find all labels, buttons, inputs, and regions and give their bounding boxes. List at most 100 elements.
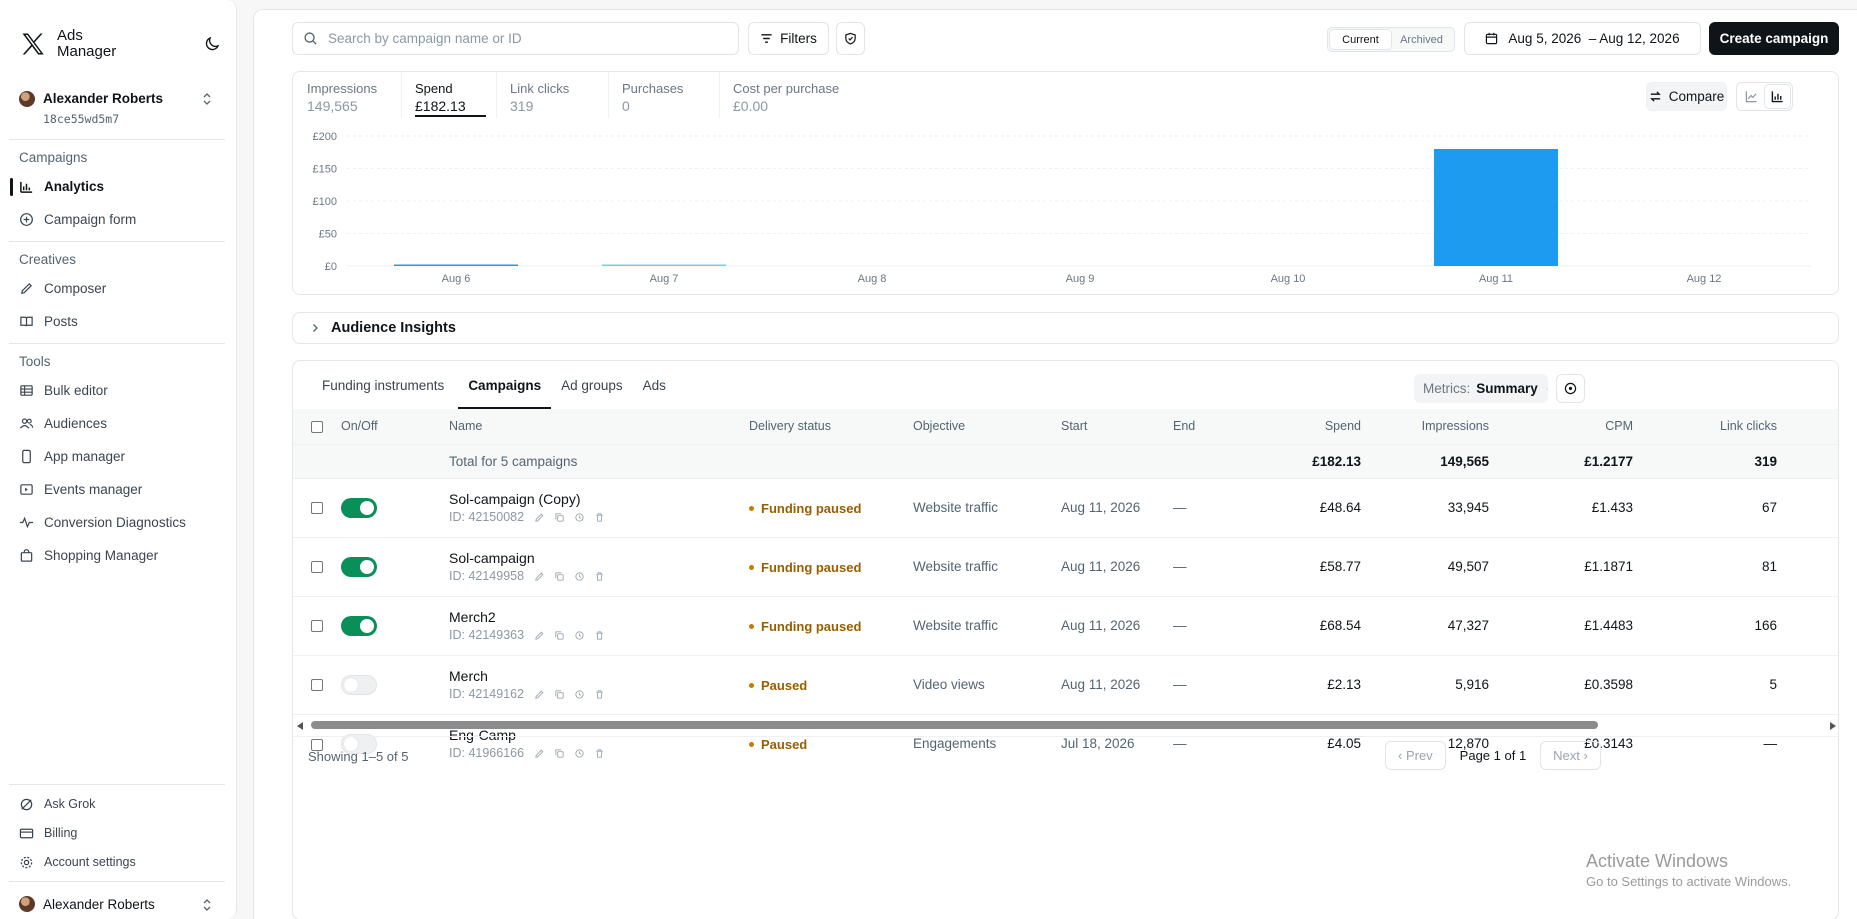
trash-icon[interactable] <box>594 512 605 523</box>
history-icon[interactable] <box>574 630 585 641</box>
col-header-start[interactable]: Start <box>1061 409 1173 444</box>
col-header-name[interactable]: Name <box>449 409 749 444</box>
sidebar-item-account-settings[interactable]: Account settings <box>10 849 226 875</box>
history-icon[interactable] <box>574 512 585 523</box>
audience-insights-toggle[interactable]: Audience Insights <box>292 312 1839 344</box>
sidebar-item-conversion-diagnostics[interactable]: Conversion Diagnostics <box>10 507 226 537</box>
campaign-on-off-toggle[interactable] <box>341 615 377 636</box>
sidebar-item-ask-grok[interactable]: Ask Grok <box>10 791 226 817</box>
col-header-onoff[interactable]: On/Off <box>341 409 449 444</box>
bottom-account-switcher[interactable]: Alexander Roberts <box>19 896 219 912</box>
compare-button[interactable]: Compare <box>1646 82 1727 111</box>
duplicate-icon[interactable] <box>554 571 565 582</box>
table-row[interactable]: Merch2 ID: 42149363 Funding paused Websi… <box>293 595 1838 655</box>
chart-bar[interactable] <box>1434 149 1558 266</box>
moon-icon[interactable] <box>203 35 221 53</box>
sidebar-item-billing[interactable]: Billing <box>10 820 226 846</box>
history-icon[interactable] <box>574 748 585 759</box>
bar-chart-toggle[interactable] <box>1764 85 1790 108</box>
spend: £68.54 <box>1266 595 1361 655</box>
sidebar-item-label: Billing <box>44 826 78 840</box>
table-header-row: On/Off Name Delivery status Objective St… <box>293 409 1838 444</box>
tab-funding-instruments[interactable]: Funding instruments <box>312 361 454 409</box>
trash-icon[interactable] <box>594 571 605 582</box>
sidebar-item-campaign-form[interactable]: Campaign form <box>10 204 226 234</box>
tab-campaigns[interactable]: Campaigns <box>458 361 551 409</box>
campaign-name[interactable]: Merch <box>449 668 749 684</box>
duplicate-icon[interactable] <box>554 689 565 700</box>
line-chart-toggle[interactable] <box>1739 85 1765 108</box>
tab-ad-groups[interactable]: Ad groups <box>551 361 633 409</box>
prev-page-button[interactable]: ‹ Prev <box>1385 741 1446 770</box>
table-row[interactable]: Merch ID: 42149162 Paused Video views Au… <box>293 654 1838 714</box>
trash-icon[interactable] <box>594 748 605 759</box>
sidebar-item-posts[interactable]: Posts <box>10 306 226 336</box>
col-header-cpm[interactable]: CPM <box>1489 409 1633 444</box>
scroll-left-arrow-icon[interactable] <box>297 722 303 730</box>
sidebar-item-bulk-editor[interactable]: Bulk editor <box>10 375 226 405</box>
col-header-end[interactable]: End <box>1173 409 1266 444</box>
duplicate-icon[interactable] <box>554 630 565 641</box>
edit-icon[interactable] <box>534 689 545 700</box>
table-row[interactable]: Sol-campaign (Copy) ID: 42150082 Funding… <box>293 477 1838 537</box>
campaign-on-off-toggle[interactable] <box>341 497 377 518</box>
sidebar-item-audiences[interactable]: Audiences <box>10 408 226 438</box>
sidebar-item-app-manager[interactable]: App manager <box>10 441 226 471</box>
date-range-picker[interactable]: Aug 5, 2026 – Aug 12, 2026 <box>1464 22 1701 55</box>
row-checkbox[interactable] <box>311 620 323 633</box>
search-box[interactable] <box>292 22 739 55</box>
metrics-select[interactable]: Metrics: Summary <box>1414 374 1548 403</box>
trash-icon[interactable] <box>594 689 605 700</box>
tab-ads[interactable]: Ads <box>633 361 676 409</box>
campaign-name[interactable]: Merch2 <box>449 609 749 625</box>
scrollbar-thumb[interactable] <box>311 721 1598 729</box>
edit-icon[interactable] <box>534 748 545 759</box>
sidebar-item-shopping-manager[interactable]: Shopping Manager <box>10 540 226 570</box>
sidebar-item-events-manager[interactable]: Events manager <box>10 474 226 504</box>
sidebar-item-analytics[interactable]: Analytics <box>10 171 226 201</box>
row-checkbox[interactable] <box>311 561 323 574</box>
col-header-delivery[interactable]: Delivery status <box>749 409 913 444</box>
edit-icon[interactable] <box>534 571 545 582</box>
col-header-objective[interactable]: Objective <box>913 409 1061 444</box>
sidebar-item-label: Analytics <box>44 178 105 194</box>
campaign-on-off-toggle[interactable] <box>341 556 377 577</box>
filters-button[interactable]: Filters <box>748 22 829 55</box>
col-header-impressions[interactable]: Impressions <box>1361 409 1489 444</box>
campaign-on-off-toggle[interactable] <box>341 674 377 695</box>
table-row[interactable]: Sol-campaign ID: 42149958 Funding paused… <box>293 536 1838 596</box>
trash-icon[interactable] <box>594 630 605 641</box>
metric-spend[interactable]: Spend £182.13 <box>401 72 496 118</box>
chart-bar[interactable] <box>602 264 726 267</box>
edit-icon[interactable] <box>534 630 545 641</box>
metric-cost-per-purchase[interactable]: Cost per purchase £0.00 <box>719 72 859 118</box>
create-campaign-button[interactable]: Create campaign <box>1709 22 1839 55</box>
segment-current[interactable]: Current <box>1330 30 1391 49</box>
col-header-spend[interactable]: Spend <box>1266 409 1361 444</box>
sidebar-item-label: Bulk editor <box>44 382 108 398</box>
metric-link-clicks[interactable]: Link clicks 319 <box>496 72 608 118</box>
duplicate-icon[interactable] <box>554 512 565 523</box>
next-page-button[interactable]: Next › <box>1540 741 1601 770</box>
col-header-link-clicks[interactable]: Link clicks <box>1633 409 1777 444</box>
search-input[interactable] <box>328 31 728 46</box>
shield-button[interactable] <box>836 22 865 55</box>
row-checkbox[interactable] <box>311 679 323 692</box>
duplicate-icon[interactable] <box>554 748 565 759</box>
campaign-name[interactable]: Sol-campaign (Copy) <box>449 491 749 507</box>
add-columns-button[interactable] <box>1556 374 1585 403</box>
horizontal-scrollbar[interactable] <box>293 719 1838 732</box>
scroll-right-arrow-icon[interactable] <box>1830 722 1836 730</box>
segment-archived[interactable]: Archived <box>1391 30 1452 49</box>
campaign-name[interactable]: Sol-campaign <box>449 550 749 566</box>
select-all-checkbox[interactable] <box>311 420 323 433</box>
metric-purchases[interactable]: Purchases 0 <box>608 72 719 118</box>
brand[interactable]: Ads Manager <box>19 28 119 60</box>
metric-impressions[interactable]: Impressions 149,565 <box>293 72 401 118</box>
history-icon[interactable] <box>574 689 585 700</box>
chart-bar[interactable] <box>394 264 518 267</box>
row-checkbox[interactable] <box>311 502 323 515</box>
edit-icon[interactable] <box>534 512 545 523</box>
sidebar-item-composer[interactable]: Composer <box>10 273 226 303</box>
history-icon[interactable] <box>574 571 585 582</box>
